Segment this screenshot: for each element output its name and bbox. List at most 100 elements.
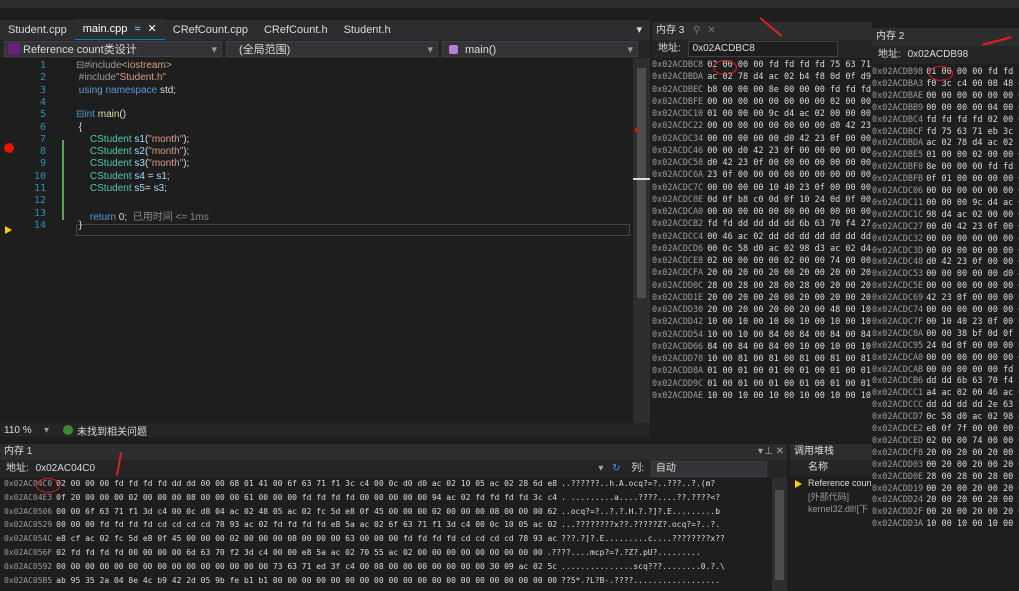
memory-row[interactable]: 0x02ACDC48 d0 42 23 0f 00 00 00 xyxy=(872,257,1019,267)
memory1-scrollbar[interactable] xyxy=(772,478,787,591)
memory-row[interactable]: 0x02AC0529 00 00 00 fd fd fd fd cd cd cd … xyxy=(4,520,720,529)
memory-bytes[interactable]: 10 00 10 00 10 00 10 00 10 00 10 00 1 xyxy=(707,317,872,327)
memory-row[interactable]: 0x02ACDCE8 02 00 00 00 00 02 00 00 74 00 … xyxy=(652,256,872,266)
function-dropdown[interactable]: main() ▾ xyxy=(442,41,638,57)
memory-bytes[interactable]: fd fd dd dd dd dd 6b 63 70 f4 27 c4 0 xyxy=(707,219,872,229)
memory-bytes[interactable]: 98 d4 ac 02 00 00 00 xyxy=(926,210,1019,220)
memory-bytes[interactable]: 02 00 00 00 00 02 00 00 74 00 00 00 fd xyxy=(707,256,872,266)
memory-row[interactable]: 0x02ACDC7C 00 00 00 00 10 40 23 0f 00 00 … xyxy=(652,183,872,193)
code-line[interactable]: #include"Student.h" xyxy=(76,72,166,83)
memory-bytes[interactable]: 84 00 84 00 84 00 10 00 10 00 10 00 1 xyxy=(707,342,872,352)
memory-row[interactable]: 0x02ACDCF8 20 00 20 00 20 00 20 xyxy=(872,448,1019,458)
memory3-address-input[interactable]: 0x02ACDBC8 xyxy=(687,41,838,57)
memory-bytes[interactable]: 00 00 00 00 00 00 00 00 02 00 00 00 00 xyxy=(707,97,872,107)
memory-bytes[interactable]: 0f 01 00 00 00 00 00 xyxy=(926,174,1019,184)
memory-row[interactable]: 0x02AC0506 00 00 6f 63 71 f1 3d c4 00 0c … xyxy=(4,507,720,516)
tab-student-cpp[interactable]: Student.cpp xyxy=(0,20,75,40)
memory-row[interactable]: 0x02ACDC1C 98 d4 ac 02 00 00 00 xyxy=(872,210,1019,220)
memory-row[interactable]: 0x02ACDBDA ac 02 78 d4 ac 02 b4 xyxy=(872,138,1019,148)
memory-row[interactable]: 0x02ACDCA0 00 00 00 00 00 00 00 00 00 00 … xyxy=(652,207,872,217)
code-line[interactable]: using namespace std; xyxy=(76,85,176,96)
memory-row[interactable]: 0x02AC0592 00 00 00 00 00 00 00 00 00 00 … xyxy=(4,562,725,571)
memory-bytes[interactable]: 01 00 01 00 01 00 01 00 01 00 01 00 0 xyxy=(707,366,872,376)
address-dropdown-icon[interactable]: ▾ xyxy=(598,463,603,474)
memory-bytes[interactable]: 00 00 00 00 00 00 00 00 00 00 00 00 00 xyxy=(707,207,872,217)
zoom-dropdown-icon[interactable]: ▾ xyxy=(44,425,49,436)
memory-bytes[interactable]: 8e 00 00 00 fd fd fd xyxy=(926,162,1019,172)
memory-row[interactable]: 0x02ACDCB2 fd fd dd dd dd dd 6b 63 70 f4 … xyxy=(652,219,872,229)
memory-bytes[interactable]: 00 0c 58 d0 ac 02 98 d3 ac 02 d4 58 e xyxy=(707,244,872,254)
memory-row[interactable]: 0x02ACDD3A 10 00 10 00 10 00 10 xyxy=(872,519,1019,529)
pin-icon[interactable]: ⊥ xyxy=(764,444,773,460)
memory-row[interactable]: 0x02ACDCA0 00 00 00 00 00 00 00 xyxy=(872,353,1019,363)
memory-bytes[interactable]: 0c 58 d0 ac 02 98 d3 xyxy=(926,412,1019,422)
memory-bytes[interactable]: 10 00 10 00 10 00 10 00 10 00 10 00 8 xyxy=(707,391,872,401)
memory-row[interactable]: 0x02ACDBAE 00 00 00 00 00 00 00 xyxy=(872,91,1019,101)
memory-bytes[interactable]: 00 00 00 00 00 d0 42 xyxy=(926,269,1019,279)
memory-row[interactable]: 0x02ACDC8E 0d 0f b8 c0 0d 0f 10 24 0d 0f … xyxy=(652,195,872,205)
code-line[interactable]: ⊟#include<iostream> xyxy=(76,60,172,71)
memory-bytes[interactable]: 00 00 00 00 00 00 00 xyxy=(926,246,1019,256)
memory-row[interactable]: 0x02ACDCB6 dd dd 6b 63 70 f4 27 xyxy=(872,376,1019,386)
memory-row[interactable]: 0x02ACDC5E 00 00 00 00 00 00 00 xyxy=(872,281,1019,291)
close-icon[interactable]: ✕ xyxy=(776,444,784,460)
memory-row[interactable]: 0x02ACDD0E 28 00 28 00 28 00 20 xyxy=(872,472,1019,482)
memory-bytes[interactable]: 02 fd fd fd fd 00 00 00 00 6d 63 70 f2 3… xyxy=(56,548,542,557)
memory-row[interactable]: 0x02ACDD2F 00 20 00 20 00 20 00 xyxy=(872,507,1019,517)
code-line[interactable]: return 0; 已用时间 <= 1ms xyxy=(76,208,209,223)
memory-row[interactable]: 0x02ACDCED 02 00 00 74 00 00 00 xyxy=(872,436,1019,446)
memory-bytes[interactable]: 00 00 00 00 00 00 00 00 d0 42 23 0f 00 xyxy=(707,121,872,131)
code-line[interactable]: CStudent s1("month"); xyxy=(76,134,189,145)
memory-bytes[interactable]: 20 00 20 00 20 00 20 xyxy=(926,495,1019,505)
memory1-view[interactable]: 0x02AC04C0 02 00 00 00 fd fd fd fd dd dd … xyxy=(0,478,772,591)
memory-bytes[interactable]: ac 02 78 d4 ac 02 b4 f8 0d 0f d9 01 0 xyxy=(707,72,872,82)
memory-bytes[interactable]: 20 00 20 00 20 00 20 00 48 00 10 00 1 xyxy=(707,305,872,315)
scope-dropdown[interactable]: (全局范围) ▾ xyxy=(226,41,438,57)
memory-row[interactable]: 0x02ACDC53 00 00 00 00 00 d0 42 xyxy=(872,269,1019,279)
memory-row[interactable]: 0x02AC054C e8 cf ac 02 fc 5d e8 0f 45 00 … xyxy=(4,534,725,543)
editor-scrollbar[interactable] xyxy=(633,58,650,423)
memory-bytes[interactable]: ab 95 35 2a 04 8e 4c b9 42 2d 05 9b fe b… xyxy=(56,576,557,585)
close-icon[interactable]: ✕ xyxy=(707,25,715,36)
memory-bytes[interactable]: dd dd dd dd 2e 63 7 xyxy=(926,400,1019,410)
memory-row[interactable]: 0x02ACDC58 d0 42 23 0f 00 00 00 00 00 00 … xyxy=(652,158,872,168)
memory-bytes[interactable]: 00 20 00 20 00 20 00 xyxy=(926,507,1019,517)
memory-bytes[interactable]: dd dd 6b 63 70 f4 27 xyxy=(926,376,1019,386)
tab-main-cpp[interactable]: main.cpp ≈ ✕ xyxy=(74,19,165,41)
memory-bytes[interactable]: 20 00 20 00 20 00 20 00 20 00 20 00 20 xyxy=(707,268,872,278)
memory-row[interactable]: 0x02ACDC3D 00 00 00 00 00 00 00 xyxy=(872,246,1019,256)
memory-bytes[interactable]: 23 0f 00 00 00 00 00 00 00 00 00 00 00 xyxy=(707,170,872,180)
tab-student-h[interactable]: Student.h xyxy=(336,20,399,40)
memory-row[interactable]: 0x02ACDCC1 a4 ac 02 00 46 ac 02 xyxy=(872,388,1019,398)
memory-bytes[interactable]: 00 d0 42 23 0f 00 00 xyxy=(926,222,1019,232)
memory-bytes[interactable]: 00 10 40 23 0f 00 00 xyxy=(926,317,1019,327)
memory-bytes[interactable]: 28 00 28 00 28 00 20 xyxy=(926,472,1019,482)
memory-row[interactable]: 0x02ACDD8A 01 00 01 00 01 00 01 00 01 00 … xyxy=(652,366,872,376)
memory-row[interactable]: 0x02AC04E3 0f 20 00 00 00 02 00 00 00 08 … xyxy=(4,493,720,502)
memory-bytes[interactable]: 10 00 10 00 10 00 10 xyxy=(926,519,1019,529)
memory-bytes[interactable]: 00 46 ac 02 dd dd dd dd dd dd dd dd dd xyxy=(707,232,872,242)
memory-bytes[interactable]: 00 00 00 fd fd fd fd cd cd cd cd 78 93 a… xyxy=(56,520,557,529)
memory-row[interactable]: 0x02ACDD78 10 00 81 00 81 00 81 00 81 00 … xyxy=(652,354,872,364)
memory-row[interactable]: 0x02ACDCCC dd dd dd dd 2e 63 7 xyxy=(872,400,1019,410)
memory-row[interactable]: 0x02ACDC06 00 00 00 00 00 00 00 xyxy=(872,186,1019,196)
memory-bytes[interactable]: 00 00 00 00 00 00 00 xyxy=(926,305,1019,315)
memory-bytes[interactable]: 10 00 81 00 81 00 81 00 81 00 81 00 8 xyxy=(707,354,872,364)
memory-bytes[interactable]: 42 23 0f 00 00 00 00 xyxy=(926,293,1019,303)
memory-bytes[interactable]: 0f 20 00 00 00 02 00 00 00 08 00 00 00 6… xyxy=(56,493,557,502)
refresh-icon[interactable]: ↻ xyxy=(612,463,620,474)
callstack-frame[interactable]: Reference coun xyxy=(808,478,872,488)
memory-row[interactable]: 0x02ACDC7F 00 10 40 23 0f 00 00 xyxy=(872,317,1019,327)
memory-row[interactable]: 0x02ACDBDA ac 02 78 d4 ac 02 b4 f8 0d 0f … xyxy=(652,72,872,82)
memory-bytes[interactable]: 00 00 00 9c d4 ac 02 xyxy=(926,198,1019,208)
memory-bytes[interactable]: 20 00 20 00 20 00 20 xyxy=(926,448,1019,458)
pin-icon[interactable]: ⚲ xyxy=(693,25,700,36)
memory-row[interactable]: 0x02ACDBC8 02 00 00 00 fd fd fd fd 75 63 … xyxy=(652,60,872,70)
memory-row[interactable]: 0x02ACDC22 00 00 00 00 00 00 00 00 d0 42 … xyxy=(652,121,872,131)
memory2-address-input[interactable]: 0x02ACDB98 xyxy=(908,46,969,64)
code-line[interactable]: CStudent s4 = s1; xyxy=(76,171,170,182)
memory-row[interactable]: 0x02ACDBFE 00 00 00 00 00 00 00 00 02 00 … xyxy=(652,97,872,107)
memory-row[interactable]: 0x02ACDC46 00 00 d0 42 23 0f 00 00 00 00 … xyxy=(652,146,872,156)
memory-bytes[interactable]: 00 00 00 00 00 d0 42 23 0f 00 00 00 00 xyxy=(707,134,872,144)
memory-bytes[interactable]: 20 00 20 00 20 00 20 00 20 00 20 00 2 xyxy=(707,293,872,303)
